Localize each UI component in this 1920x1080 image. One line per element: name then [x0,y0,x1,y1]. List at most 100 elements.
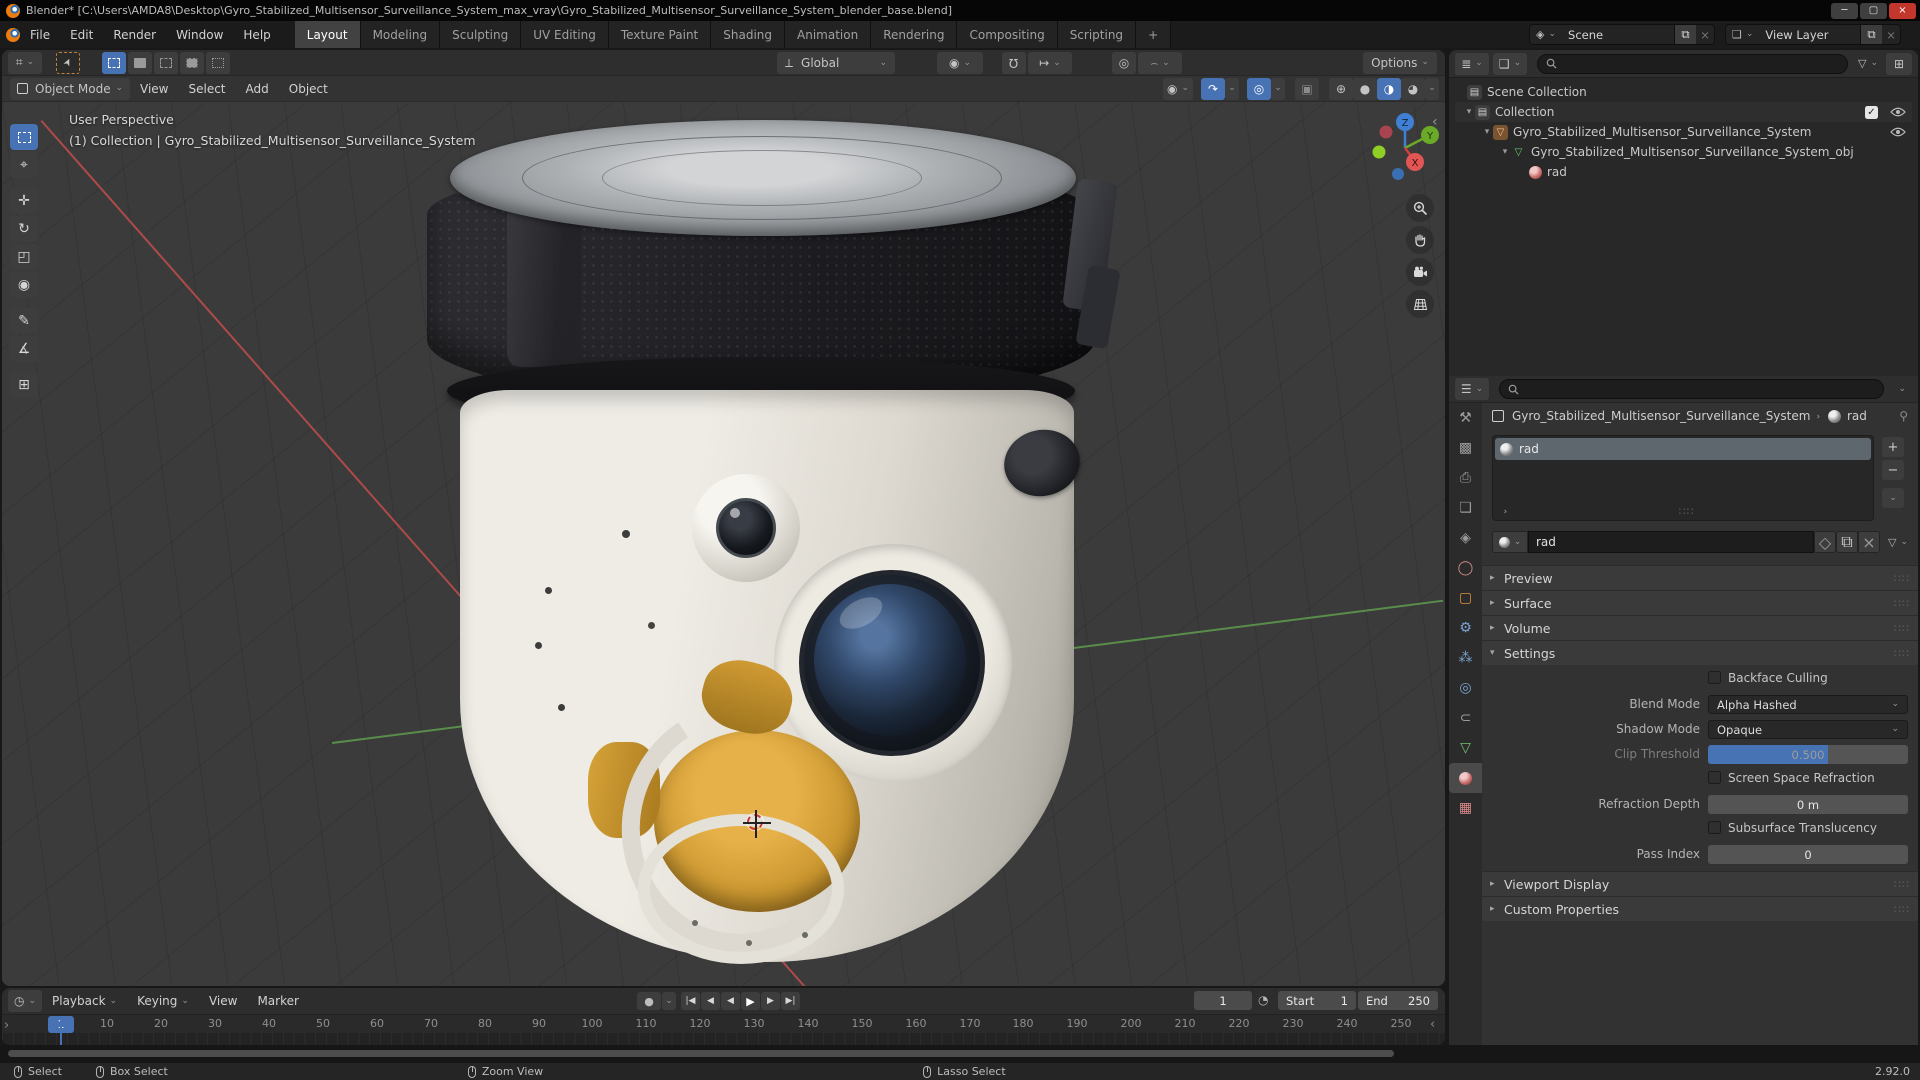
shading-material-button[interactable]: ◑ [1377,77,1401,100]
section-preview[interactable]: ▸ Preview ∷∷ [1482,565,1918,590]
tab-layout[interactable]: Layout [294,21,361,48]
outliner-search-input[interactable] [1537,53,1848,74]
menu-help[interactable]: Help [233,21,280,48]
menu-playback[interactable]: Playback ⌄ [42,988,127,1015]
gizmos-toggle[interactable]: ↷ [1201,77,1225,100]
measure-tool[interactable]: ∡ [10,336,38,362]
proportional-falloff-dropdown[interactable]: ⌢ ⌄ [1138,52,1182,74]
tab-modifiers-icon[interactable]: ⚙ [1449,613,1482,643]
camera-view-icon[interactable] [1406,258,1434,286]
select-box-tool[interactable] [10,124,38,150]
outliner-display-mode-dropdown[interactable]: ❑ ⌄ [1493,52,1527,75]
shading-dropdown[interactable]: ⌄ [1425,77,1439,100]
outliner-filter-dropdown[interactable]: ▽ ⌄ [1858,58,1878,69]
overlays-dropdown[interactable]: ⌄ [1271,77,1285,100]
prev-keyframe-button[interactable]: ◀ [701,992,720,1010]
current-frame-field[interactable]: 1 [1194,991,1252,1010]
outliner-editor-button[interactable]: ≣ ⌄ [1455,52,1489,75]
shadow-mode-dropdown[interactable]: Opaque ⌄ [1708,720,1908,739]
add-cube-tool[interactable]: ⊞ [10,372,38,398]
start-frame-field[interactable]: Start 1 [1278,991,1356,1010]
blender-menu-icon[interactable] [6,27,20,42]
tab-texture-icon[interactable]: ▦ [1449,793,1482,823]
copy-material-icon[interactable]: ⧉ [1835,531,1858,553]
tab-constraints-icon[interactable]: ⊂ [1449,703,1482,733]
jump-to-end-button[interactable]: ▶| [781,992,800,1010]
tab-uv-editing[interactable]: UV Editing [521,21,609,48]
zoom-nav-icon[interactable] [1406,194,1434,222]
view-layer-name[interactable]: View Layer [1759,25,1860,44]
tab-sculpting[interactable]: Sculpting [440,21,522,48]
menu-select[interactable]: Select [178,75,235,102]
select-mode-new-icon[interactable] [102,51,126,74]
jump-to-start-button[interactable]: |◀ [681,992,700,1010]
tab-output-icon[interactable]: ⎙ [1449,463,1482,493]
material-link-dropdown[interactable]: ▽ ⌄ [1888,537,1908,548]
backface-culling-checkbox[interactable] [1708,671,1721,684]
tab-modeling[interactable]: Modeling [360,21,441,48]
stopwatch-icon[interactable]: ◔ [1258,994,1268,1006]
outliner-row-collection[interactable]: ▾ ▤ Collection ✓ [1455,102,1912,122]
tab-scene-icon[interactable]: ◈ [1449,523,1482,553]
slot-specials-dropdown[interactable]: ⌄ [1882,488,1904,508]
subsurface-translucency-checkbox[interactable] [1708,821,1721,834]
tab-compositing[interactable]: Compositing [957,21,1058,48]
transform-orientation-dropdown[interactable]: ⟂ Global ⌄ [777,52,895,74]
pin-icon[interactable]: ⚲ [1899,409,1908,423]
mode-dropdown[interactable]: Object Mode ⌄ [10,77,130,100]
breadcrumb-object[interactable]: Gyro_Stabilized_Multisensor_Surveillance… [1512,409,1810,423]
collection-checkbox[interactable]: ✓ [1865,105,1878,119]
timeline-editor-button[interactable]: ◷ ⌄ [8,990,42,1012]
select-mode-extend-icon[interactable] [128,51,152,74]
fake-user-shield-icon[interactable]: ◇ [1813,531,1836,553]
tab-world-icon[interactable]: ◯ [1449,553,1482,583]
auto-keying-dropdown[interactable]: ⌄ [662,992,676,1010]
cursor-tool[interactable]: ⌖ [10,152,38,178]
select-mode-intersect-icon[interactable] [206,51,230,74]
tab-animation[interactable]: Animation [785,21,872,48]
pan-hand-icon[interactable] [1406,226,1434,254]
outliner-row-object[interactable]: ▾ ▽ Gyro_Stabilized_Multisensor_Surveill… [1455,122,1912,142]
tab-shading[interactable]: Shading [711,21,785,48]
minimize-button[interactable]: ─ [1831,2,1858,19]
remove-slot-button[interactable]: − [1882,460,1904,480]
playhead-line[interactable] [60,1019,62,1045]
outliner-row-material[interactable]: rad [1455,162,1912,182]
section-volume[interactable]: ▸ Volume ∷∷ [1482,615,1918,640]
navigation-gizmo[interactable]: Z Y X [1370,110,1440,180]
shading-wireframe-button[interactable]: ⊕ [1329,77,1353,100]
section-custom-properties[interactable]: ▸ Custom Properties ∷∷ [1482,896,1918,921]
transform-tool[interactable]: ◉ [10,272,38,298]
menu-file[interactable]: File [20,21,60,48]
browse-material-dropdown[interactable]: ⌄ [1492,531,1528,553]
slot-list-expand-icon[interactable]: ⌄ [1499,508,1509,516]
material-slot-rad[interactable]: rad [1495,438,1871,460]
view-layer-icon[interactable]: ❑ ⌄ [1726,25,1759,44]
tab-scripting[interactable]: Scripting [1057,21,1137,48]
tab-rendering[interactable]: Rendering [871,21,958,48]
section-viewport-display[interactable]: ▸ Viewport Display ∷∷ [1482,871,1918,896]
properties-search-input[interactable] [1499,379,1885,399]
tab-object-icon[interactable]: ▢ [1449,583,1482,613]
next-keyframe-button[interactable]: ▶ [761,992,780,1010]
scene-name[interactable]: Scene [1562,25,1674,44]
menu-object[interactable]: Object [279,75,338,102]
clip-threshold-slider[interactable]: 0.500 [1708,745,1908,764]
select-mode-invert-icon[interactable] [180,51,204,74]
properties-options-dropdown[interactable]: ⌄ [1898,384,1906,394]
menu-add[interactable]: Add [236,75,279,102]
eye-icon[interactable] [1890,107,1906,117]
snap-settings-dropdown[interactable]: ↦ ⌄ [1028,52,1072,74]
outliner-row-scene-collection[interactable]: ▤ Scene Collection [1455,82,1912,102]
tab-physics-icon[interactable]: ◎ [1449,673,1482,703]
eye-icon[interactable] [1890,127,1906,137]
menu-edit[interactable]: Edit [60,21,103,48]
menu-tl-marker[interactable]: Marker [247,988,308,1015]
auto-keying-toggle[interactable]: ● [637,992,661,1010]
timeline-collapse-icon[interactable]: ‹ [1430,1017,1435,1032]
tab-data-icon[interactable]: ▽ [1449,733,1482,763]
timeline-scrollbar[interactable] [8,1050,1394,1057]
overlays-toggle[interactable]: ◎ [1247,77,1271,100]
proportional-edit-toggle[interactable]: ◎ [1112,52,1136,74]
collapse-sidebar-icon[interactable]: ‹ [1432,114,1438,130]
